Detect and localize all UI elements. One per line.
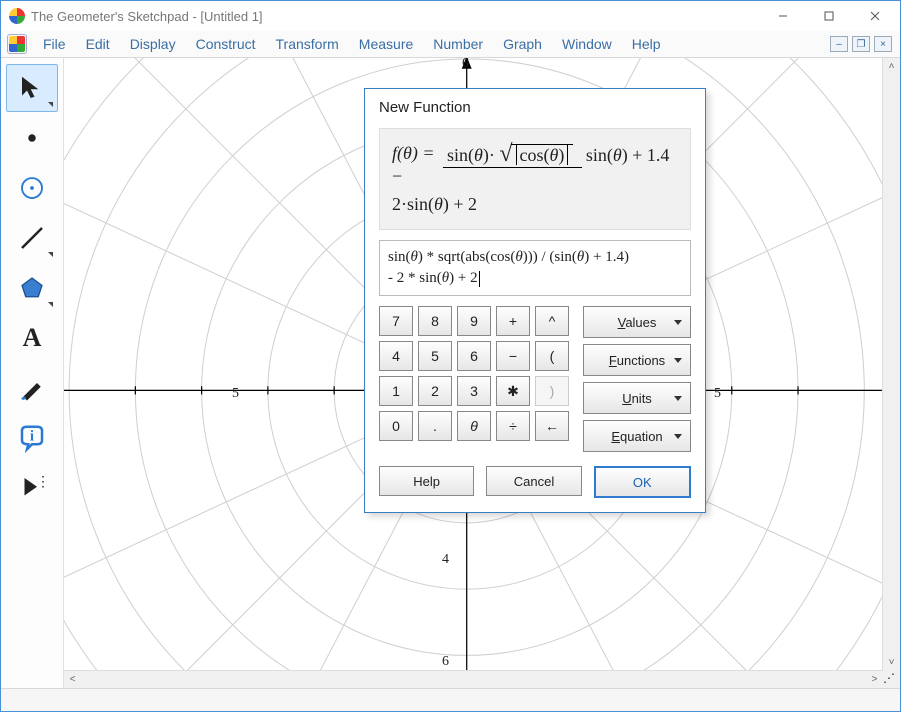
chevron-down-icon bbox=[674, 396, 682, 401]
menu-window[interactable]: Window bbox=[552, 33, 622, 55]
scroll-right-icon[interactable]: ˃ bbox=[866, 671, 883, 688]
text-tool[interactable]: A bbox=[6, 314, 58, 362]
keypad-4[interactable]: 4 bbox=[379, 341, 413, 371]
vertical-scrollbar[interactable]: ˄ ˅ bbox=[882, 58, 900, 671]
size-grip[interactable]: ⋰ bbox=[883, 671, 900, 688]
axis-label-right: 5 bbox=[714, 386, 721, 402]
marker-tool[interactable] bbox=[6, 364, 58, 412]
dropdown-units[interactable]: Units bbox=[583, 382, 691, 414]
menu-number[interactable]: Number bbox=[423, 33, 493, 55]
help-button[interactable]: Help bbox=[379, 466, 474, 496]
keypad-2[interactable]: 2 bbox=[418, 376, 452, 406]
axis-label-top: 6 bbox=[462, 58, 469, 72]
keypad: 789+^ 456−(123✱) 0.θ÷← Values Functions Unit… bbox=[379, 306, 691, 452]
keypad-+[interactable]: + bbox=[496, 306, 530, 336]
close-button[interactable] bbox=[852, 1, 898, 31]
svg-text:i: i bbox=[30, 429, 34, 445]
window-title: The Geometer's Sketchpad - [Untitled 1] bbox=[31, 9, 263, 24]
point-tool[interactable] bbox=[6, 114, 58, 162]
keypad-1[interactable]: 1 bbox=[379, 376, 413, 406]
function-preview: f(θ) = sin(θ)· √cos(θ) sin(θ) + 1.4 − 2·… bbox=[379, 128, 691, 230]
menu-graph[interactable]: Graph bbox=[493, 33, 552, 55]
keypad-7[interactable]: 7 bbox=[379, 306, 413, 336]
compass-tool[interactable] bbox=[6, 164, 58, 212]
app-icon bbox=[9, 8, 25, 24]
scroll-up-icon[interactable]: ˄ bbox=[883, 58, 900, 75]
keypad-8[interactable]: 8 bbox=[418, 306, 452, 336]
keypad-3[interactable]: 3 bbox=[457, 376, 491, 406]
menu-transform[interactable]: Transform bbox=[266, 33, 349, 55]
ok-button[interactable]: OK bbox=[594, 466, 691, 498]
keypad-θ[interactable]: θ bbox=[457, 411, 491, 441]
keypad-9[interactable]: 9 bbox=[457, 306, 491, 336]
keypad-−[interactable]: − bbox=[496, 341, 530, 371]
menu-file[interactable]: File bbox=[33, 33, 76, 55]
doc-icon bbox=[7, 34, 27, 54]
mdi-minimize-button[interactable]: – bbox=[830, 36, 848, 52]
dropdown-functions[interactable]: Functions bbox=[583, 344, 691, 376]
keypad-^[interactable]: ^ bbox=[535, 306, 569, 336]
cancel-button[interactable]: Cancel bbox=[486, 466, 581, 496]
workarea: A i ⋮ 6 5 5 4 6 ˄ ˅ ˂ ˃ ⋰ New Function bbox=[1, 58, 900, 688]
mdi-restore-button[interactable]: ❐ bbox=[852, 36, 870, 52]
menu-construct[interactable]: Construct bbox=[186, 33, 266, 55]
scroll-down-icon[interactable]: ˅ bbox=[883, 654, 900, 671]
chevron-down-icon bbox=[674, 434, 682, 439]
keypad-): ) bbox=[535, 376, 569, 406]
keypad-6[interactable]: 6 bbox=[457, 341, 491, 371]
function-input[interactable]: sin(θ) * sqrt(abs(cos(θ))) / (sin(θ) + 1… bbox=[379, 240, 691, 296]
info-tool[interactable]: i bbox=[6, 414, 58, 462]
chevron-down-icon bbox=[674, 358, 682, 363]
chevron-down-icon bbox=[674, 320, 682, 325]
keypad-([interactable]: ( bbox=[535, 341, 569, 371]
polygon-tool[interactable] bbox=[6, 264, 58, 312]
canvas[interactable]: 6 5 5 4 6 ˄ ˅ ˂ ˃ ⋰ New Function f(θ) = … bbox=[64, 58, 900, 688]
arrow-tool[interactable] bbox=[6, 64, 58, 112]
menu-help[interactable]: Help bbox=[622, 33, 671, 55]
toolbox: A i ⋮ bbox=[1, 58, 64, 688]
maximize-button[interactable] bbox=[806, 1, 852, 31]
scroll-left-icon[interactable]: ˂ bbox=[64, 671, 81, 688]
axis-label-left: 5 bbox=[232, 386, 239, 402]
menu-measure[interactable]: Measure bbox=[349, 33, 423, 55]
menubar: File Edit Display Construct Transform Me… bbox=[1, 31, 900, 58]
keypad-✱[interactable]: ✱ bbox=[496, 376, 530, 406]
dropdown-equation[interactable]: Equation bbox=[583, 420, 691, 452]
statusbar bbox=[1, 688, 900, 711]
menu-edit[interactable]: Edit bbox=[76, 33, 120, 55]
straightedge-tool[interactable] bbox=[6, 214, 58, 262]
app-window: The Geometer's Sketchpad - [Untitled 1] … bbox=[0, 0, 901, 712]
keypad-5[interactable]: 5 bbox=[418, 341, 452, 371]
keypad-÷[interactable]: ÷ bbox=[496, 411, 530, 441]
keypad-.[interactable]: . bbox=[418, 411, 452, 441]
mdi-close-button[interactable]: × bbox=[874, 36, 892, 52]
titlebar: The Geometer's Sketchpad - [Untitled 1] bbox=[1, 1, 900, 31]
keypad-0[interactable]: 0 bbox=[379, 411, 413, 441]
axis-label-bottom: 6 bbox=[442, 654, 449, 670]
custom-tool[interactable]: ⋮ bbox=[6, 464, 58, 512]
horizontal-scrollbar[interactable]: ˂ ˃ bbox=[64, 670, 883, 688]
menu-display[interactable]: Display bbox=[120, 33, 186, 55]
dropdown-values[interactable]: Values bbox=[583, 306, 691, 338]
keypad-←[interactable]: ← bbox=[535, 411, 569, 441]
new-function-dialog: New Function f(θ) = sin(θ)· √cos(θ) sin(… bbox=[364, 88, 706, 513]
dialog-title: New Function bbox=[365, 89, 705, 124]
minimize-button[interactable] bbox=[760, 1, 806, 31]
axis-label-4: 4 bbox=[442, 552, 449, 568]
